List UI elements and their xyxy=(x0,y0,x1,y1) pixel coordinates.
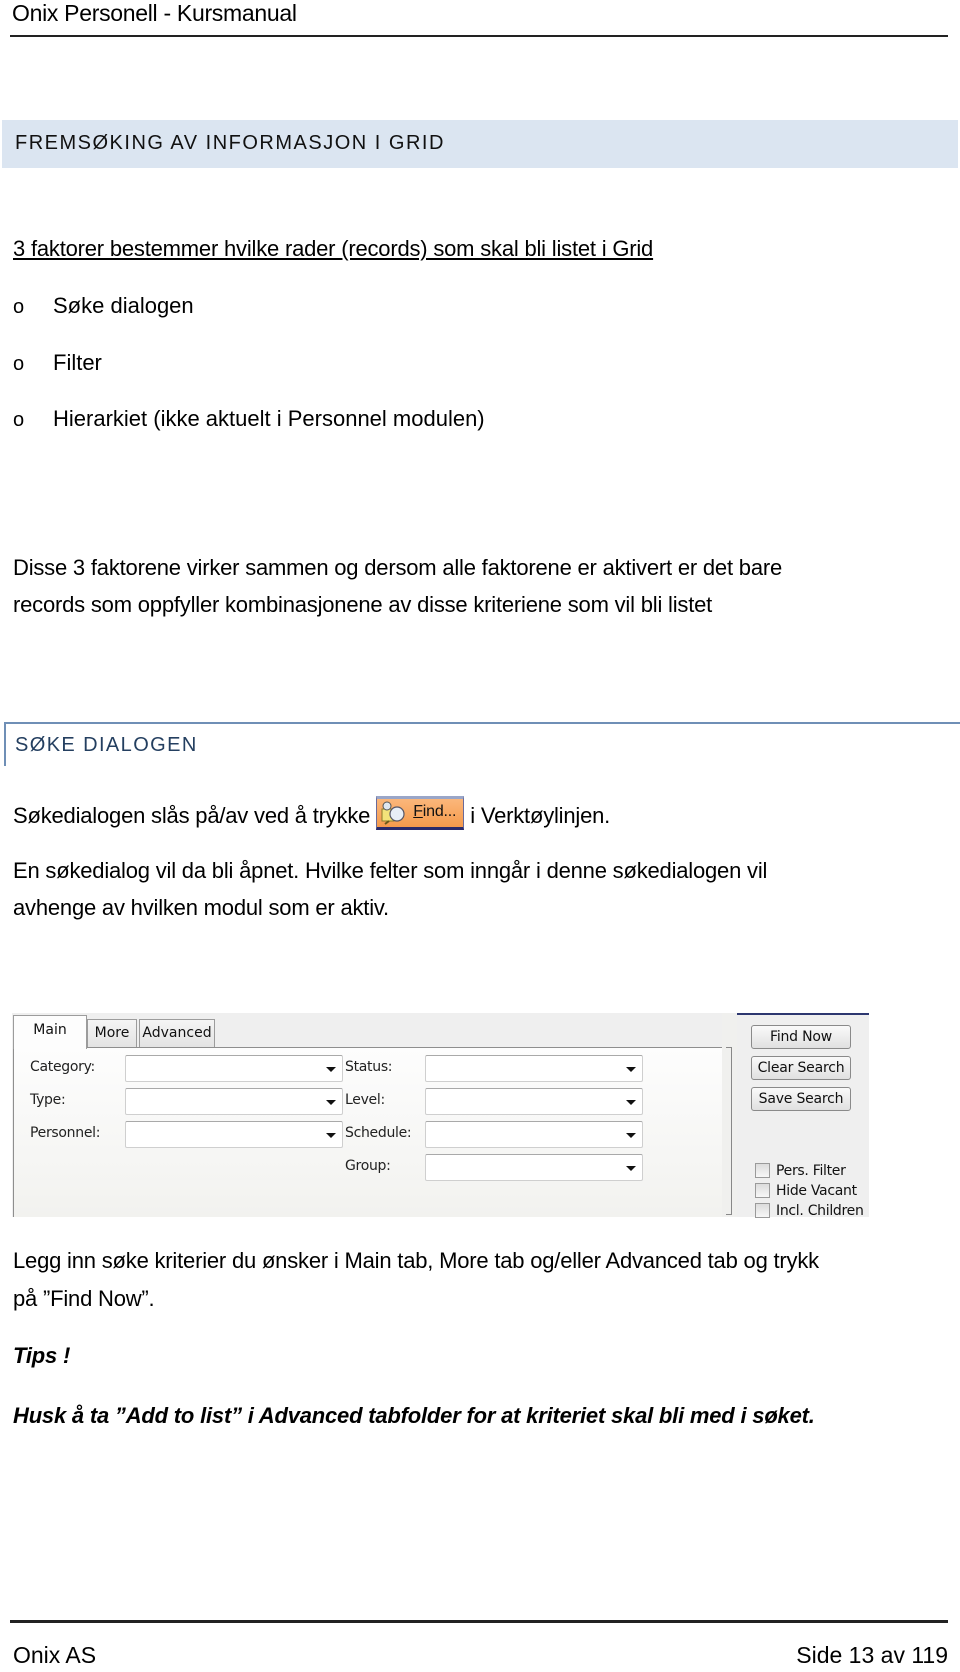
personnel-combo[interactable] xyxy=(125,1121,343,1148)
tab-advanced[interactable]: Advanced xyxy=(139,1019,215,1049)
instruction-line: Legg inn søke kriterier du ønsker i Main… xyxy=(13,1248,819,1273)
toggle-text-after: i Verktøylinjen. xyxy=(470,803,611,828)
tips-text: Husk å ta ”Add to list” i Advanced tabfo… xyxy=(13,1403,815,1428)
status-label: Status: xyxy=(345,1059,393,1075)
bullet-circle-icon: o xyxy=(13,296,25,318)
page-number: Side 13 av 119 xyxy=(796,1642,948,1668)
bullet-label: Filter xyxy=(53,350,102,375)
incl-children-checkbox[interactable] xyxy=(755,1203,770,1218)
intro-paragraph-line: records som oppfyller kombinasjonene av … xyxy=(13,592,713,617)
chevron-down-icon xyxy=(626,1100,636,1105)
find-now-button[interactable]: Find Now xyxy=(751,1025,851,1049)
dialog-open-line: En søkedialog vil da bli åpnet. Hvilke f… xyxy=(13,858,768,883)
pers-filter-checkbox-row[interactable]: Pers. Filter xyxy=(755,1163,846,1179)
find-toolbar-button[interactable]: Find... xyxy=(376,796,465,831)
hide-vacant-label: Hide Vacant xyxy=(776,1183,857,1199)
incl-children-checkbox-row[interactable]: Incl. Children xyxy=(755,1203,864,1219)
chevron-down-icon xyxy=(626,1166,636,1171)
bullet-label: Hierarkiet (ikke aktuelt i Personnel mod… xyxy=(53,406,485,431)
search-dialog: Main More Advanced Category: Type: Perso… xyxy=(12,1013,869,1219)
chevron-down-icon xyxy=(626,1133,636,1138)
group-label: Group: xyxy=(345,1158,391,1174)
section-heading: FREMSØKING AV INFORMASJON I GRID xyxy=(15,132,445,154)
subsection-heading: SØKE DIALOGEN xyxy=(15,734,198,756)
toggle-text-before: Søkedialogen slås på/av ved å trykke xyxy=(13,803,371,828)
level-combo[interactable] xyxy=(425,1088,643,1115)
save-search-button[interactable]: Save Search xyxy=(751,1087,851,1111)
instruction-line: på ”Find Now”. xyxy=(13,1286,155,1311)
panel-bracket xyxy=(726,1047,732,1215)
pers-filter-label: Pers. Filter xyxy=(776,1163,846,1179)
hide-vacant-checkbox-row[interactable]: Hide Vacant xyxy=(755,1183,857,1199)
search-dialog-main-area: Main More Advanced Category: Type: Perso… xyxy=(12,1013,722,1217)
header-divider xyxy=(10,35,948,37)
find-button-label: Find... xyxy=(413,803,457,821)
chevron-down-icon xyxy=(326,1133,336,1138)
type-label: Type: xyxy=(30,1092,66,1108)
search-dialog-actions: Find Now Clear Search Save Search Pers. … xyxy=(737,1013,869,1219)
dialog-open-line: avhenge av hvilken modul som er aktiv. xyxy=(13,895,389,920)
chevron-down-icon xyxy=(626,1067,636,1072)
document-header-title: Onix Personell - Kursmanual xyxy=(12,0,297,26)
chevron-down-icon xyxy=(326,1067,336,1072)
bullet-item: o Filter xyxy=(13,350,102,376)
subsection-heading-frame: SØKE DIALOGEN xyxy=(4,722,960,766)
footer-company: Onix AS xyxy=(13,1642,97,1668)
intro-heading: 3 faktorer bestemmer hvilke rader (recor… xyxy=(13,236,654,261)
chevron-down-icon xyxy=(326,1100,336,1105)
category-label: Category: xyxy=(30,1059,95,1075)
tab-main[interactable]: Main xyxy=(13,1015,87,1049)
intro-paragraph-line: Disse 3 faktorene virker sammen og derso… xyxy=(13,555,783,580)
bullet-circle-icon: o xyxy=(13,353,25,375)
toggle-instruction: Søkedialogen slås på/av ved å trykke Fin… xyxy=(13,796,611,831)
clear-search-button[interactable]: Clear Search xyxy=(751,1056,851,1080)
group-combo[interactable] xyxy=(425,1154,643,1181)
section-heading-band: FREMSØKING AV INFORMASJON I GRID xyxy=(2,120,958,168)
pers-filter-checkbox[interactable] xyxy=(755,1163,770,1178)
bullet-label: Søke dialogen xyxy=(53,293,194,318)
tips-label: Tips ! xyxy=(13,1343,71,1368)
level-label: Level: xyxy=(345,1092,385,1108)
footer-divider xyxy=(10,1620,948,1623)
tab-more[interactable]: More xyxy=(87,1019,137,1049)
type-combo[interactable] xyxy=(125,1088,343,1115)
bullet-circle-icon: o xyxy=(13,409,25,431)
bullet-item: o Hierarkiet (ikke aktuelt i Personnel mo… xyxy=(13,406,485,432)
bullet-item: o Søke dialogen xyxy=(13,293,194,319)
find-search-icon xyxy=(381,801,405,825)
category-combo[interactable] xyxy=(125,1055,343,1082)
schedule-combo[interactable] xyxy=(425,1121,643,1148)
hide-vacant-checkbox[interactable] xyxy=(755,1183,770,1198)
tab-panel-main: Category: Type: Personnel: Status: Level… xyxy=(13,1047,722,1217)
schedule-label: Schedule: xyxy=(345,1125,412,1141)
personnel-label: Personnel: xyxy=(30,1125,101,1141)
incl-children-label: Incl. Children xyxy=(776,1203,864,1219)
status-combo[interactable] xyxy=(425,1055,643,1082)
